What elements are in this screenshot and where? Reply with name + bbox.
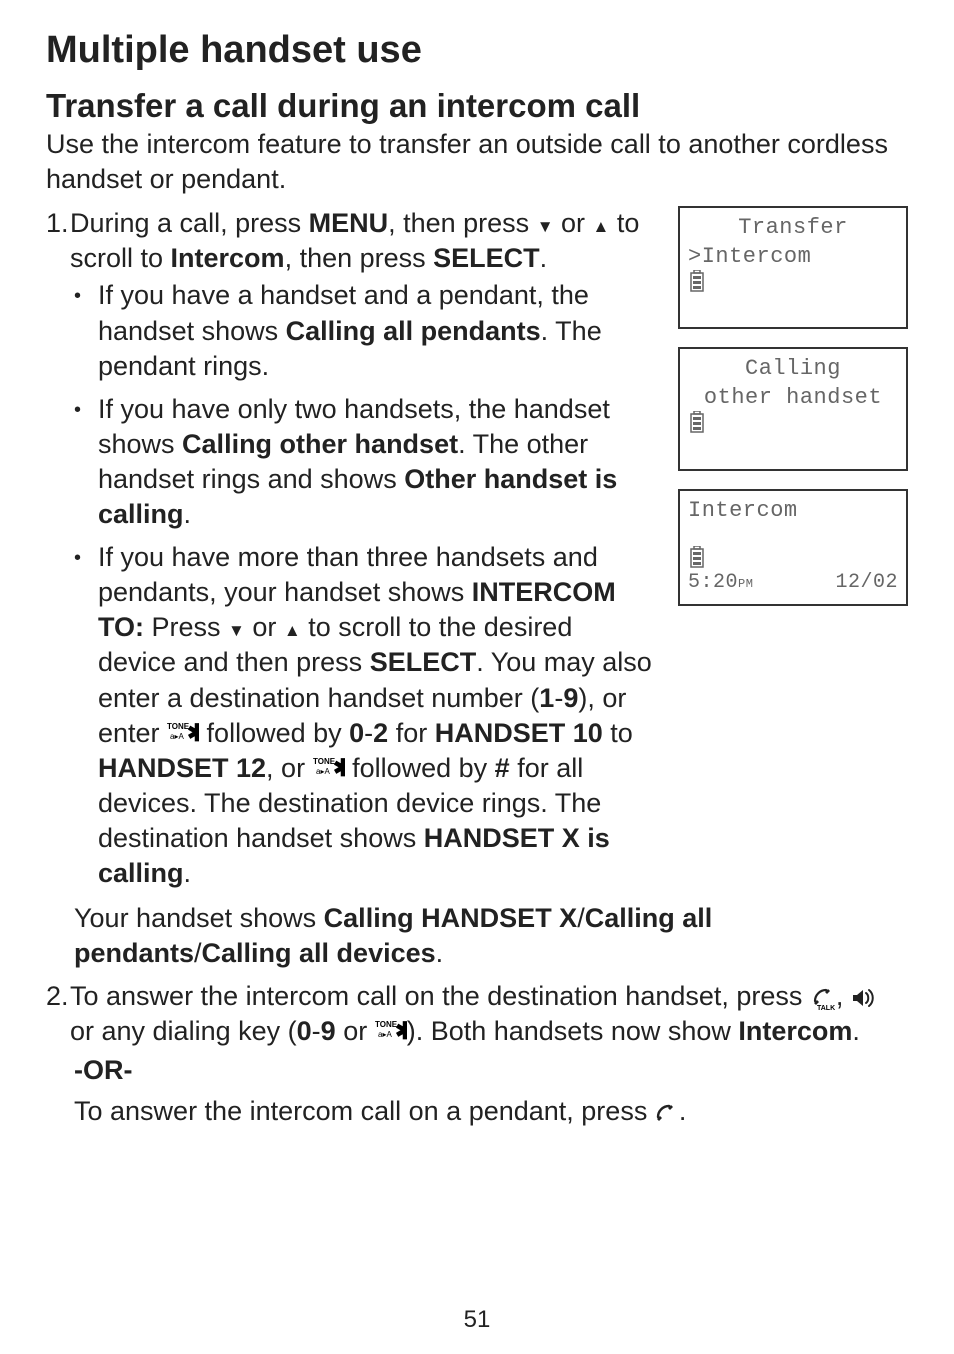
speaker-icon <box>851 987 877 1009</box>
section-title: Transfer a call during an intercom call <box>46 86 908 126</box>
text: followed by <box>345 753 495 783</box>
text: / <box>194 938 202 968</box>
svg-text:a▸A: a▸A <box>316 767 330 776</box>
svg-text:TALK: TALK <box>817 1005 835 1011</box>
text: to <box>603 718 633 748</box>
step-1-number: 1. <box>46 206 70 241</box>
text-bold: Calling all pendants <box>286 316 541 346</box>
lcd-display-intercom: Intercom 5:20PM 12/02 <box>678 489 908 607</box>
text: During a call, press <box>70 208 309 238</box>
bullet-icon: • <box>74 278 98 309</box>
text: Press <box>144 612 228 642</box>
text: , <box>836 981 851 1011</box>
select-label: SELECT <box>433 243 540 273</box>
text-bold: 9 <box>321 1016 336 1046</box>
svg-text:✱: ✱ <box>187 720 199 744</box>
lcd-display-transfer: Transfer >Intercom <box>678 206 908 329</box>
text-bold: # <box>495 753 510 783</box>
svg-text:✱: ✱ <box>333 755 345 779</box>
text: To answer the intercom call on the desti… <box>70 981 810 1011</box>
text: . <box>184 858 192 888</box>
call-icon <box>655 1103 679 1123</box>
svg-text:a▸A: a▸A <box>170 732 184 741</box>
text: or any dialing key ( <box>70 1016 297 1046</box>
text-bold: HANDSET 12 <box>98 753 266 783</box>
tone-star-icon: TONEa▸A✱ <box>167 720 199 744</box>
step-2-text: To answer the intercom call on the desti… <box>70 979 908 1049</box>
step-2-number: 2. <box>46 979 70 1014</box>
text: , then press <box>388 208 537 238</box>
text-bold: 1 <box>539 683 554 713</box>
text: or <box>554 208 593 238</box>
battery-icon <box>688 270 706 297</box>
lcd-display-calling: Calling other handset <box>678 347 908 470</box>
text-bold: 2 <box>373 718 388 748</box>
lcd-line: Calling <box>688 355 898 384</box>
bullet-1: If you have a handset and a pendant, the… <box>98 278 652 383</box>
bullet-icon: • <box>74 392 98 423</box>
lcd-line: other handset <box>688 384 898 413</box>
down-arrow-icon <box>537 206 554 241</box>
phone-talk-icon: TALK <box>810 985 836 1011</box>
page-title: Multiple handset use <box>46 28 908 74</box>
text: , then press <box>285 243 434 273</box>
text: To answer the intercom call on a pendant… <box>74 1096 655 1126</box>
tone-star-icon: TONEa▸A✱ <box>313 755 345 779</box>
tone-star-icon: TONEa▸A✱ <box>375 1018 407 1042</box>
lcd-line: Transfer <box>688 214 898 243</box>
up-arrow-icon <box>593 206 610 241</box>
svg-text:a▸A: a▸A <box>378 1030 392 1039</box>
bullet-3: If you have more than three handsets and… <box>98 540 652 891</box>
text: or <box>245 612 284 642</box>
step-1-text: During a call, press MENU, then press or… <box>70 206 652 276</box>
bullet-icon: • <box>74 540 98 571</box>
text: - <box>364 718 373 748</box>
text-bold: Calling HANDSET X <box>324 903 578 933</box>
text-bold: 0 <box>297 1016 312 1046</box>
text: for <box>388 718 435 748</box>
lcd-line: >Intercom <box>688 243 898 272</box>
battery-icon <box>688 546 706 573</box>
text: , or <box>266 753 313 783</box>
text: Your handset shows <box>74 903 324 933</box>
lcd-time: 5:20PM <box>688 571 753 594</box>
text-bold: Calling other handset <box>182 429 458 459</box>
text: . <box>184 499 192 529</box>
text-bold: 0 <box>349 718 364 748</box>
page-number: 51 <box>0 1306 954 1334</box>
text: . <box>540 243 548 273</box>
battery-icon <box>688 411 706 438</box>
intro-paragraph: Use the intercom feature to transfer an … <box>46 127 908 196</box>
text-bold: Calling all devices <box>202 938 436 968</box>
text: or <box>336 1016 375 1046</box>
text-bold: Intercom <box>738 1016 852 1046</box>
text: . <box>852 1016 860 1046</box>
intercom-label: Intercom <box>171 243 285 273</box>
menu-label: MENU <box>309 208 389 238</box>
text: - <box>554 683 563 713</box>
text: . <box>436 938 444 968</box>
or-divider: -OR- <box>74 1055 908 1086</box>
select-label: SELECT <box>370 647 477 677</box>
lcd-line: Intercom <box>688 497 898 526</box>
text: followed by <box>199 718 349 748</box>
text-bold: 9 <box>563 683 578 713</box>
text: ). Both handsets now show <box>407 1016 739 1046</box>
svg-text:✱: ✱ <box>395 1018 407 1042</box>
lcd-date: 12/02 <box>835 571 898 594</box>
pendant-answer-text: To answer the intercom call on a pendant… <box>74 1094 908 1129</box>
bullet-2: If you have only two handsets, the hands… <box>98 392 652 532</box>
text: - <box>312 1016 321 1046</box>
down-arrow-icon <box>228 610 245 645</box>
up-arrow-icon <box>284 610 301 645</box>
text: / <box>577 903 585 933</box>
text-bold: HANDSET 10 <box>435 718 603 748</box>
text: . <box>679 1096 687 1126</box>
step-1-summary: Your handset shows Calling HANDSET X/Cal… <box>74 901 908 971</box>
